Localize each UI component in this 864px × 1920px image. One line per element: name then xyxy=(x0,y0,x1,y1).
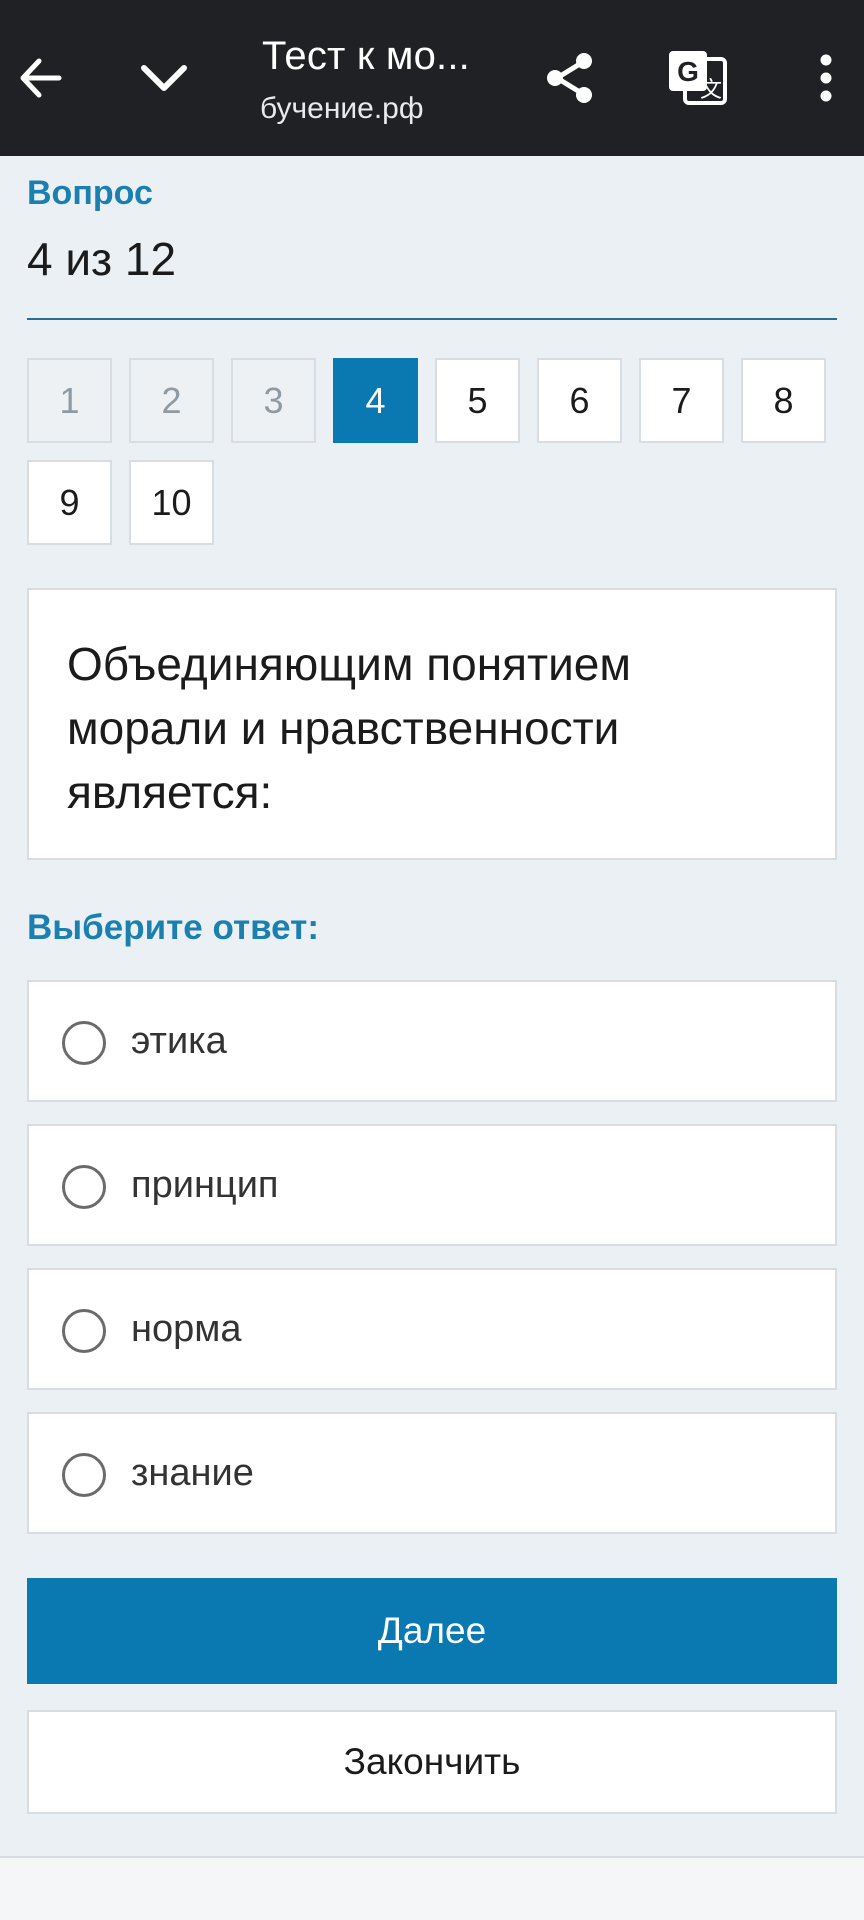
question-counter: 4 из 12 xyxy=(27,233,177,285)
radio-button[interactable] xyxy=(62,1165,106,1209)
question-card: Объединяющим понятием морали и нравствен… xyxy=(27,588,837,860)
next-button[interactable]: Далее xyxy=(27,1578,837,1684)
translate-icon[interactable]: G 文 xyxy=(658,38,738,118)
question-nav-button-1[interactable]: 1 xyxy=(27,358,112,443)
chevron-down-icon[interactable] xyxy=(124,38,204,118)
question-nav-button-4[interactable]: 4 xyxy=(333,358,418,443)
answer-option-3[interactable]: норма xyxy=(27,1268,837,1390)
radio-button[interactable] xyxy=(62,1453,106,1497)
bottom-strip xyxy=(0,1856,864,1920)
answer-option-1[interactable]: этика xyxy=(27,980,837,1102)
more-vert-icon[interactable] xyxy=(786,38,864,118)
question-nav-button-3[interactable]: 3 xyxy=(231,358,316,443)
svg-text:文: 文 xyxy=(700,78,722,103)
question-nav-button-2[interactable]: 2 xyxy=(129,358,214,443)
question-label: Вопрос xyxy=(27,174,153,212)
question-nav-button-7[interactable]: 7 xyxy=(639,358,724,443)
share-icon[interactable] xyxy=(530,38,610,118)
radio-button[interactable] xyxy=(62,1021,106,1065)
svg-text:G: G xyxy=(677,56,699,87)
question-nav-button-5[interactable]: 5 xyxy=(435,358,520,443)
question-nav-button-10[interactable]: 10 xyxy=(129,460,214,545)
question-nav-button-8[interactable]: 8 xyxy=(741,358,826,443)
question-nav-button-9[interactable]: 9 xyxy=(27,460,112,545)
page-title[interactable]: Тест к мо... xyxy=(262,34,512,79)
question-text: Объединяющим понятием морали и нравствен… xyxy=(67,638,631,818)
answer-options: этика принцип норма знание xyxy=(27,980,837,1556)
answer-option-2[interactable]: принцип xyxy=(27,1124,837,1246)
question-nav-button-6[interactable]: 6 xyxy=(537,358,622,443)
arrow-left-icon[interactable] xyxy=(0,38,80,118)
question-navigation: 1 2 3 4 5 6 7 8 9 10 xyxy=(27,358,837,545)
answer-option-label: этика xyxy=(131,1020,227,1062)
answer-option-label: норма xyxy=(131,1308,242,1350)
page-url[interactable]: бучение.рф xyxy=(260,92,510,126)
answer-prompt: Выберите ответ: xyxy=(27,908,319,947)
divider xyxy=(27,318,837,320)
answer-option-label: знание xyxy=(131,1452,254,1494)
finish-button[interactable]: Закончить xyxy=(27,1710,837,1814)
radio-button[interactable] xyxy=(62,1309,106,1353)
answer-option-label: принцип xyxy=(131,1164,279,1206)
answer-option-4[interactable]: знание xyxy=(27,1412,837,1534)
browser-toolbar: Тест к мо... бучение.рф G 文 xyxy=(0,0,864,156)
